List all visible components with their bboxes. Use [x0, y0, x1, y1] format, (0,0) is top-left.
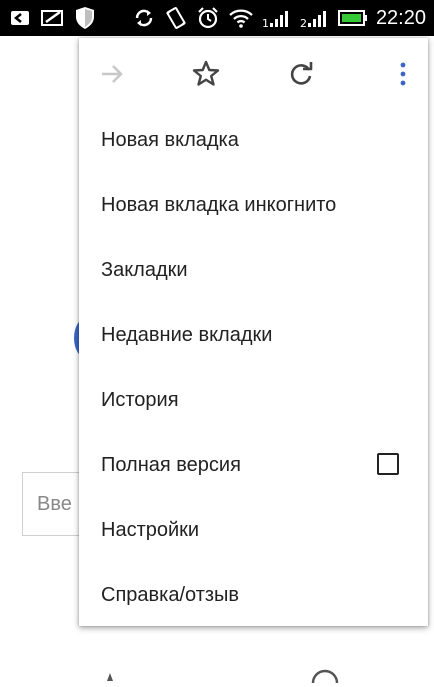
star-icon — [192, 60, 220, 86]
history-icon — [311, 669, 339, 684]
signal-2-icon: 2 — [300, 7, 330, 29]
forward-arrow-icon — [102, 65, 123, 83]
menu-item-help-feedback[interactable]: Справка/отзыв — [79, 563, 428, 628]
menu-item-label: Полная версия — [101, 454, 241, 476]
alarm-icon — [196, 6, 220, 30]
menu-item-settings[interactable]: Настройки — [79, 498, 428, 563]
menu-item-bookmarks[interactable]: Закладки — [79, 238, 428, 303]
wifi-icon — [228, 7, 254, 29]
menu-item-new-tab[interactable]: Новая вкладка — [79, 108, 428, 173]
signal-1-icon: 1 — [262, 7, 292, 29]
overflow-menu: Новая вкладка Новая вкладка инкогнито За… — [79, 38, 428, 626]
menu-item-label: История — [101, 389, 179, 411]
menu-item-label: Новая вкладка инкогнито — [101, 194, 337, 216]
menu-toolbar — [79, 38, 428, 108]
svg-text:2: 2 — [300, 17, 307, 29]
svg-text:1: 1 — [262, 17, 269, 29]
bookmark-button[interactable] — [190, 58, 222, 90]
forward-button[interactable] — [96, 58, 128, 90]
desktop-version-checkbox[interactable] — [377, 453, 399, 475]
menu-item-new-incognito-tab[interactable]: Новая вкладка инкогнито — [79, 173, 428, 238]
bottom-bar — [0, 668, 434, 684]
battery-icon — [337, 8, 368, 28]
menu-item-label: Настройки — [101, 519, 200, 541]
more-button[interactable] — [387, 58, 419, 90]
reload-icon — [290, 62, 313, 85]
menu-item-label: Недавние вкладки — [101, 324, 273, 346]
rotate-icon — [164, 6, 188, 30]
menu-item-label: Закладки — [101, 259, 188, 281]
menu-item-label: Справка/отзыв — [101, 584, 240, 606]
sync-icon — [132, 6, 156, 30]
status-bar: 1 2 22:20 — [0, 0, 434, 36]
menu-item-recent-tabs[interactable]: Недавние вкладки — [79, 303, 428, 368]
back-arrow-icon — [8, 8, 32, 28]
menu-item-desktop-version[interactable]: Полная версия — [79, 433, 428, 498]
reload-button[interactable] — [285, 58, 317, 90]
status-time: 22:20 — [375, 6, 426, 29]
menu-item-label: Новая вкладка — [101, 129, 239, 151]
menu-item-history[interactable]: История — [79, 368, 428, 433]
star-icon — [107, 673, 113, 681]
more-vertical-icon — [400, 62, 406, 86]
notification-icon — [40, 8, 66, 28]
shield-icon — [74, 6, 96, 30]
